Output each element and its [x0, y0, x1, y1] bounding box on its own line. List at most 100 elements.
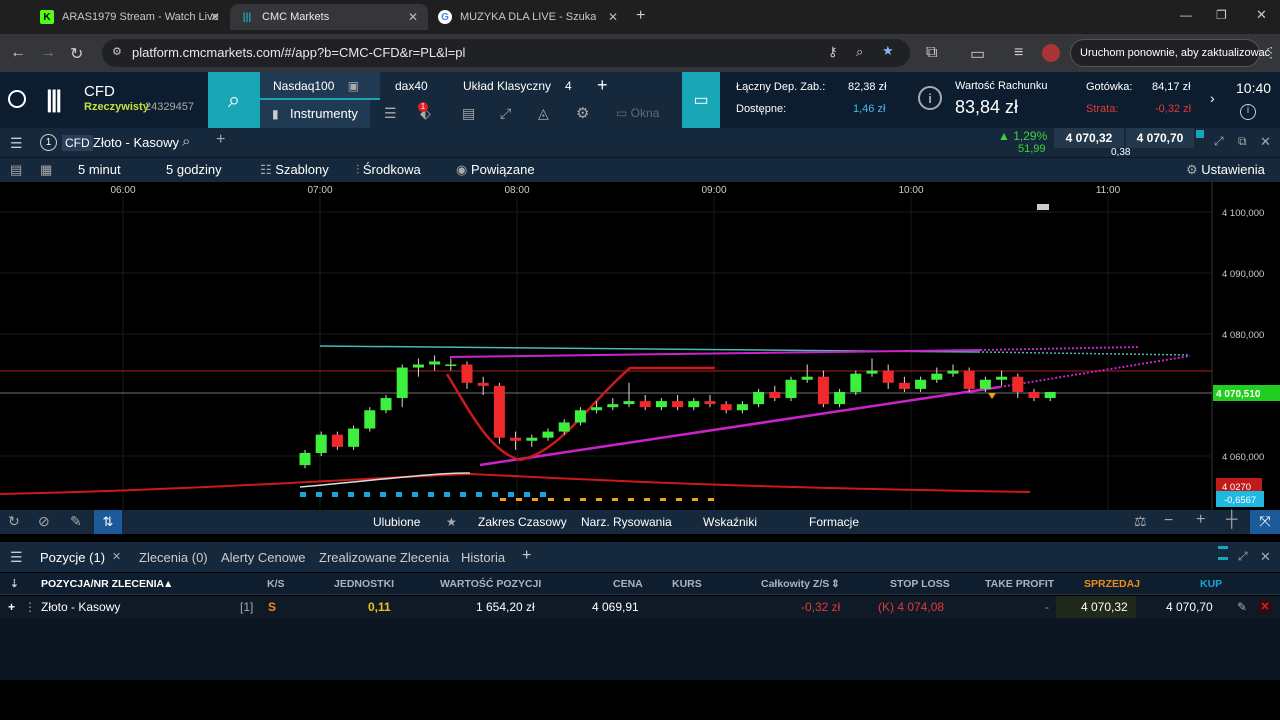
position-take-profit[interactable]: -	[1045, 600, 1049, 614]
new-tab-icon[interactable]: +	[636, 7, 645, 25]
tab-classic-layout[interactable]: Układ Klasyczny	[450, 72, 560, 100]
save-icon[interactable]: ▣	[348, 79, 359, 93]
col-sell[interactable]: SPRZEDAJ	[1084, 578, 1140, 590]
close-window-icon[interactable]: ✕	[1256, 7, 1267, 23]
position-sell[interactable]: 4 070,32	[1081, 600, 1128, 614]
col-side[interactable]: K/S	[267, 578, 285, 590]
tab-positions[interactable]: Pozycje (1)	[40, 550, 105, 565]
table-row[interactable]: + ⋮ Złoto - Kasowy [1] S 0,11 1 654,20 z…	[0, 596, 1280, 618]
user-icon[interactable]	[8, 90, 26, 108]
menu-dots-icon[interactable]: ⋮	[1264, 44, 1278, 61]
tab-executed-orders[interactable]: Zrealizowane Zlecenia	[319, 550, 449, 565]
col-pnl[interactable]: Całkowity Z/S	[761, 578, 829, 590]
crosshair-toggle-icon[interactable]: ┼	[1226, 511, 1237, 529]
zoom-icon[interactable]: ⌕	[856, 44, 863, 60]
browser-tab-aras[interactable]: K ARAS1979 Stream - Watch Live ✕	[30, 4, 230, 30]
close-tab-icon[interactable]: ✕	[112, 550, 121, 563]
zoom-out-icon[interactable]: −	[1164, 512, 1173, 530]
browser-tab-google[interactable]: G MUZYKA DLA LIVE - Szukaj w G ✕	[428, 4, 628, 30]
cancel-icon[interactable]: ⊘	[38, 513, 50, 530]
search-button[interactable]: ⌕	[208, 72, 260, 128]
popout-icon[interactable]: ⧉	[1238, 134, 1247, 149]
reload-icon[interactable]: ↻	[70, 44, 83, 64]
add-instrument-icon[interactable]: +	[216, 131, 225, 149]
patterns-button[interactable]: Formacje	[809, 515, 859, 529]
instruments-button[interactable]: ▮ Instrumenty	[260, 100, 370, 128]
close-icon[interactable]: ✕	[210, 10, 220, 24]
restore-icon[interactable]: ❐	[1216, 8, 1227, 22]
favorites-button[interactable]: Ulubione	[373, 515, 420, 529]
col-position[interactable]: POZYCJA/NR ZLECENIA	[41, 578, 164, 590]
fit-icon[interactable]: ⤧	[1250, 510, 1280, 534]
url-input[interactable]: ⚙ platform.cmcmarkets.com/#/app?b=CMC-CF…	[102, 39, 910, 67]
bookmark-star-icon[interactable]: ★	[882, 43, 894, 59]
search-icon[interactable]: ⌕	[182, 133, 190, 150]
learn-icon[interactable]: ◬	[538, 105, 549, 122]
tab-history[interactable]: Historia	[461, 550, 505, 565]
range-select[interactable]: 5 godziny	[166, 162, 222, 177]
list-icon[interactable]: ☰	[384, 105, 397, 122]
update-button[interactable]: Uruchom ponownie, aby zaktualizować	[1070, 39, 1270, 67]
buy-price-button[interactable]: 4 070,70	[1126, 128, 1194, 148]
templates-button[interactable]: ☷ Szablony	[260, 162, 329, 178]
col-price[interactable]: CENA	[613, 578, 643, 590]
expand-right-icon[interactable]: ›	[1210, 90, 1215, 106]
instrument-name[interactable]: Złoto - Kasowy	[93, 135, 179, 150]
info-icon[interactable]: i	[918, 86, 942, 110]
col-take-profit[interactable]: TAKE PROFIT	[985, 578, 1054, 590]
price-chart[interactable]: 06:00 07:00 08:00 09:00 10:00 11:00 4 100,000 4…	[0, 182, 1280, 510]
account-block[interactable]: ||| CFD Rzeczywisty 24329457	[0, 72, 208, 128]
indicators-button[interactable]: Wskaźniki	[703, 515, 757, 529]
tab-orders[interactable]: Zlecenia (0)	[139, 550, 208, 565]
site-info-icon[interactable]: ⚙	[112, 45, 122, 58]
chart-canvas[interactable]: 06:00 07:00 08:00 09:00 10:00 11:00 4 100,000 4…	[0, 182, 1280, 510]
menu-icon[interactable]: ☰	[10, 549, 23, 566]
middle-button[interactable]: ⫶ Środkowa	[356, 162, 421, 178]
refresh-icon[interactable]: ↻	[8, 513, 20, 530]
position-name[interactable]: Złoto - Kasowy	[41, 600, 120, 614]
grid-icon[interactable]: ▦	[40, 162, 52, 178]
col-rate[interactable]: KURS	[672, 578, 702, 590]
col-units[interactable]: JEDNOSTKI	[334, 578, 394, 590]
crosshair-icon[interactable]: ⇅	[94, 510, 122, 534]
close-icon[interactable]: ✕	[1260, 134, 1271, 150]
scale-icon[interactable]: ⚖	[1134, 513, 1147, 530]
zoom-in-icon[interactable]: +	[1196, 511, 1205, 529]
media-icon[interactable]: ≡	[1014, 44, 1023, 62]
add-workspace-icon[interactable]: +	[597, 72, 608, 100]
tab-dax40[interactable]: dax40	[380, 72, 450, 100]
tab-price-alerts[interactable]: Alerty Cenowe	[221, 550, 306, 565]
sort-asc-icon[interactable]: ▲	[163, 578, 173, 590]
close-icon[interactable]: ✕	[1260, 549, 1271, 565]
expand-all-icon[interactable]: ⇣	[10, 578, 19, 590]
info-circle-icon[interactable]: i	[1240, 104, 1256, 120]
windows-button[interactable]: ▭ Okna	[616, 106, 659, 120]
col-stop-loss[interactable]: STOP LOSS	[890, 578, 950, 590]
settings-button[interactable]: ⚙ Ustawienia	[1186, 162, 1265, 178]
settings-icon[interactable]: ⚙	[576, 104, 589, 122]
extensions-icon[interactable]: ⧉	[926, 44, 937, 62]
key-icon[interactable]: ⚷	[828, 44, 838, 60]
draw-icon[interactable]: ⤢	[500, 105, 511, 122]
edit-icon[interactable]: ✎	[1237, 600, 1247, 614]
wallet-button[interactable]: ▭	[682, 72, 720, 128]
close-position-icon[interactable]: ✕	[1258, 600, 1272, 614]
add-tab-icon[interactable]: +	[522, 547, 531, 565]
sell-price-button[interactable]: 4 070,32	[1054, 128, 1124, 148]
browser-tab-cmc[interactable]: ||| CMC Markets ✕	[230, 4, 428, 30]
link-color-icon[interactable]	[1196, 130, 1204, 138]
pencil-icon[interactable]: ✎	[70, 513, 82, 530]
tab-nasdaq100[interactable]: Nasdaq100 ▣	[260, 72, 380, 100]
profile-avatar[interactable]	[1042, 44, 1060, 62]
clipboard-icon[interactable]: ▤	[462, 105, 475, 122]
maximize-icon[interactable]: ⤢	[1214, 134, 1224, 149]
time-range-button[interactable]: Zakres Czasowy	[478, 515, 567, 529]
menu-icon[interactable]: ☰	[10, 135, 23, 152]
star-icon[interactable]: ★	[446, 515, 457, 529]
close-icon[interactable]: ✕	[608, 10, 618, 24]
sort-icon[interactable]: ⇕	[831, 578, 840, 590]
minimize-icon[interactable]: —	[1180, 8, 1192, 22]
col-value[interactable]: WARTOŚĆ POZYCJI	[440, 578, 541, 590]
reading-list-icon[interactable]: ▭	[970, 44, 985, 64]
back-icon[interactable]: ←	[10, 44, 26, 62]
